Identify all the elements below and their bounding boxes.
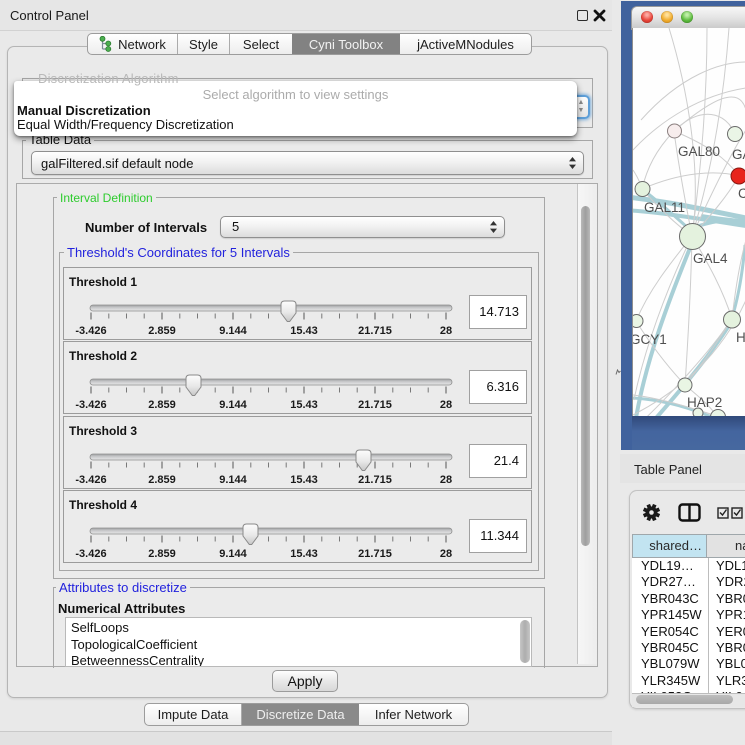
svg-text:21.715: 21.715 — [358, 474, 392, 486]
svg-text:28: 28 — [440, 399, 452, 411]
svg-text:2.859: 2.859 — [148, 325, 176, 337]
svg-text:15.43: 15.43 — [290, 325, 318, 337]
svg-text:2.859: 2.859 — [148, 474, 176, 486]
svg-text:9.144: 9.144 — [219, 474, 247, 486]
svg-text:2.859: 2.859 — [148, 399, 176, 411]
svg-text:GA: GA — [732, 147, 745, 162]
svg-text:21.715: 21.715 — [358, 548, 392, 560]
svg-text:HI: HI — [736, 330, 745, 345]
svg-text:HAP2: HAP2 — [687, 395, 722, 410]
svg-text:GCY1: GCY1 — [632, 332, 667, 347]
svg-text:15.43: 15.43 — [290, 474, 318, 486]
svg-text:GAL80: GAL80 — [678, 144, 720, 159]
svg-text:21.715: 21.715 — [358, 399, 392, 411]
svg-text:28: 28 — [440, 548, 452, 560]
svg-text:9.144: 9.144 — [219, 325, 247, 337]
svg-text:2.859: 2.859 — [148, 548, 176, 560]
svg-text:-3.426: -3.426 — [75, 474, 106, 486]
svg-text:15.43: 15.43 — [290, 399, 318, 411]
svg-text:21.715: 21.715 — [358, 325, 392, 337]
svg-text:28: 28 — [440, 325, 452, 337]
svg-text:C: C — [738, 186, 745, 201]
svg-text:9.144: 9.144 — [219, 399, 247, 411]
svg-text:-3.426: -3.426 — [75, 325, 106, 337]
svg-text:28: 28 — [440, 474, 452, 486]
svg-text:-3.426: -3.426 — [75, 399, 106, 411]
svg-text:GAL11: GAL11 — [644, 200, 685, 215]
svg-text:15.43: 15.43 — [290, 548, 318, 560]
svg-text:GAL4: GAL4 — [693, 251, 728, 266]
svg-text:9.144: 9.144 — [219, 548, 247, 560]
svg-text:-3.426: -3.426 — [75, 548, 106, 560]
